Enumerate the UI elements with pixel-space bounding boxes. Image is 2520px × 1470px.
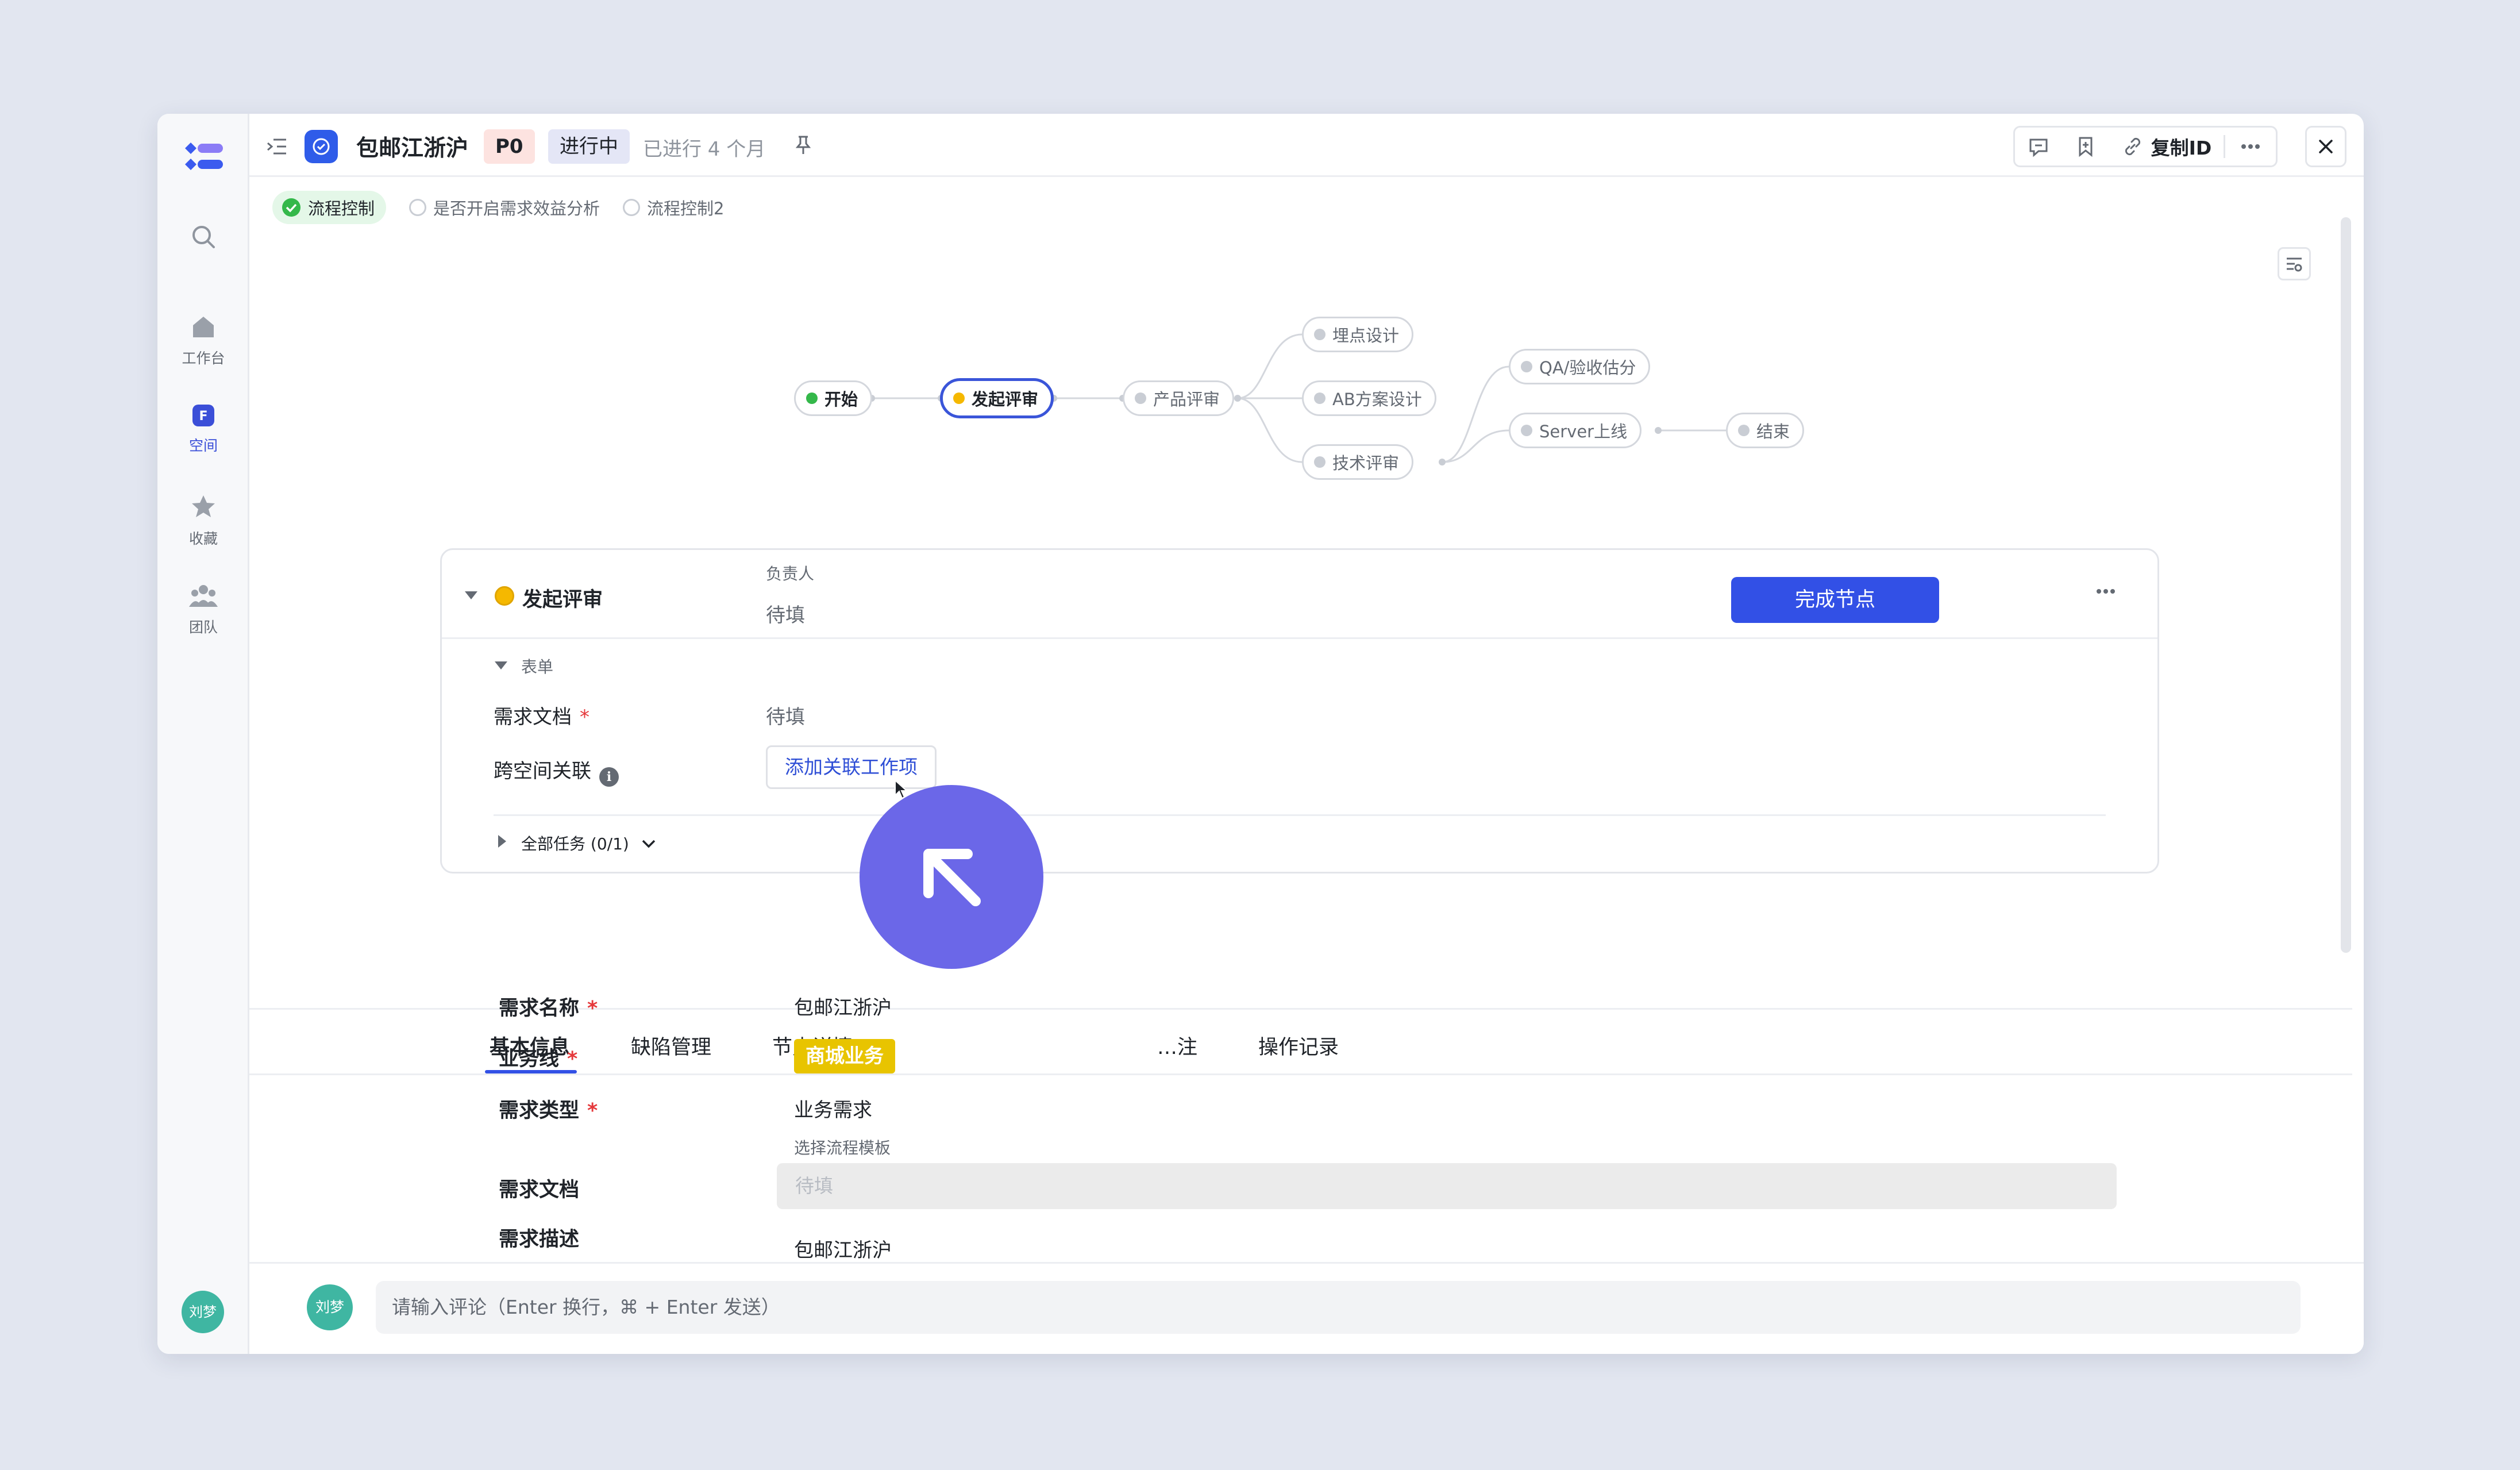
vertical-scrollbar[interactable] — [2341, 217, 2351, 953]
node-title: 发起评审 — [522, 588, 603, 611]
user-avatar[interactable]: 刘梦 — [182, 1291, 224, 1333]
doc-field-label: 需求文档 * — [494, 706, 589, 729]
flow-node-label: QA/验收估分 — [1539, 358, 1636, 378]
status-dot — [1314, 392, 1325, 404]
field-label-description: 需求描述 — [499, 1228, 580, 1251]
flow-node-label: 产品评审 — [1153, 390, 1220, 409]
template-hint: 选择流程模板 — [794, 1138, 891, 1157]
tabs-divider — [249, 1073, 2352, 1075]
add-linked-item-button[interactable]: 添加关联工作项 — [766, 745, 937, 789]
business-line-tag[interactable]: 商城业务 — [794, 1039, 895, 1073]
flow-node-start[interactable]: 开始 — [794, 380, 873, 416]
comment-input[interactable]: 请输入评论（Enter 换行，⌘ + Enter 发送） — [376, 1281, 2301, 1334]
status-dot — [806, 392, 818, 404]
info-icon[interactable]: i — [599, 767, 619, 787]
flow-node-end[interactable]: 结束 — [1726, 413, 1805, 448]
complete-node-button[interactable]: 完成节点 — [1731, 577, 1939, 623]
tab-partially-hidden[interactable]: …注 — [1157, 1031, 1197, 1060]
status-dot — [1738, 425, 1750, 436]
field-label-type: 需求类型 * — [499, 1099, 598, 1122]
cross-space-link-label: 跨空间关联 — [494, 760, 591, 783]
flow-node-tech-review[interactable]: 技术评审 — [1302, 444, 1414, 480]
flow-node-label: AB方案设计 — [1332, 390, 1422, 409]
app-window: 工作台 F 空间 收藏 团队 刘梦 包邮江浙沪 P0 进行中 已进行 4 个月 … — [157, 114, 2364, 1354]
flow-node-qa-estimate[interactable]: QA/验收估分 — [1509, 349, 1651, 384]
flowchart-connectors — [868, 333, 1726, 465]
field-label-doc: 需求文档 — [499, 1179, 580, 1202]
flow-node-ab-design[interactable]: AB方案设计 — [1302, 380, 1436, 416]
flow-node-label: 技术评审 — [1332, 453, 1400, 473]
arrow-up-left-icon — [923, 849, 981, 906]
flow-node-review-init[interactable]: 发起评审 — [940, 378, 1054, 418]
status-dot — [1135, 392, 1146, 404]
tab-activity-log[interactable]: 操作记录 — [1258, 1031, 1339, 1060]
rail-label-team: 团队 — [188, 619, 218, 636]
doc-field-value[interactable]: 待填 — [766, 701, 805, 729]
mouse-pointer-icon — [895, 779, 908, 799]
field-label-name: 需求名称 * — [499, 997, 598, 1020]
node-detail-panel: 发起评审 负责人 待填 完成节点 表单 需求文档 * 待填 跨空间关联 i 添加关… — [440, 548, 2159, 873]
click-indicator — [860, 785, 1043, 969]
all-tasks-toggle[interactable]: 全部任务 (0/1) — [521, 832, 657, 855]
flow-node-label: 发起评审 — [972, 390, 1039, 409]
flow-node-tracking-design[interactable]: 埋点设计 — [1302, 317, 1414, 352]
status-dot — [1314, 329, 1325, 340]
field-value-type[interactable]: 业务需求 — [794, 1094, 872, 1122]
status-dot — [953, 392, 965, 404]
doc-input[interactable]: 待填 — [777, 1163, 2117, 1209]
field-value-description[interactable]: 包邮江浙沪 — [794, 1234, 892, 1263]
divider — [494, 814, 2106, 816]
comment-avatar: 刘梦 — [307, 1284, 353, 1330]
rail-item-team[interactable]: 团队 — [157, 583, 249, 637]
status-dot — [1521, 425, 1532, 436]
flow-node-label: Server上线 — [1539, 422, 1628, 441]
more-icon[interactable] — [2094, 588, 2117, 595]
expand-chevron-icon[interactable] — [498, 835, 506, 848]
owner-value[interactable]: 待填 — [766, 599, 805, 628]
flow-node-label: 结束 — [1756, 422, 1790, 441]
collapse-chevron-icon[interactable] — [465, 591, 477, 599]
rail-label-favorites: 收藏 — [188, 530, 218, 547]
owner-label: 负责人 — [766, 564, 815, 583]
comment-bar: 刘梦 请输入评论（Enter 换行，⌘ + Enter 发送） — [249, 1262, 2364, 1354]
node-panel-header: 发起评审 负责人 待填 完成节点 — [442, 550, 2157, 639]
tab-defect-management[interactable]: 缺陷管理 — [631, 1031, 711, 1060]
field-value-name[interactable]: 包邮江浙沪 — [794, 992, 892, 1020]
chevron-down-icon — [642, 840, 655, 848]
form-collapse-chevron-icon[interactable] — [495, 661, 507, 669]
status-dot — [1521, 361, 1532, 372]
flow-node-product-review[interactable]: 产品评审 — [1123, 380, 1235, 416]
form-section-title: 表单 — [521, 657, 554, 676]
flow-node-label: 埋点设计 — [1332, 326, 1400, 345]
node-status-dot — [495, 586, 514, 606]
flow-node-server-launch[interactable]: Server上线 — [1509, 413, 1642, 448]
field-label-business-line: 业务线 * — [499, 1048, 578, 1071]
flow-node-label: 开始 — [824, 390, 858, 409]
team-icon — [189, 585, 218, 607]
status-dot — [1314, 456, 1325, 468]
